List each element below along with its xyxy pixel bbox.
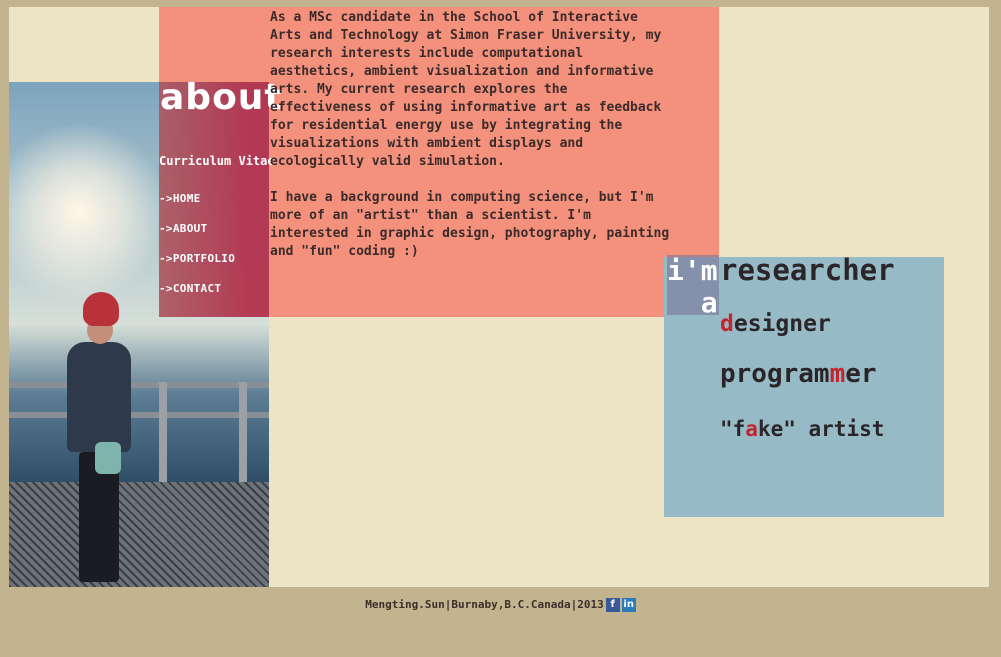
role-artist: "fake" artist (720, 417, 885, 441)
footer-text: Mengting.Sun|Burnaby,B.C.Canada|2013 (365, 598, 604, 611)
im-a-label: i'm a (667, 254, 719, 319)
nav-menu: ->HOME ->ABOUT ->PORTFOLIO ->CONTACT (159, 187, 235, 307)
footer: Mengting.Sun|Burnaby,B.C.Canada|2013 f in (0, 598, 1001, 612)
intro-text: As a MSc candidate in the School of Inte… (270, 9, 670, 279)
nav-item-about[interactable]: ->ABOUT (159, 222, 207, 235)
nav-item-home[interactable]: ->HOME (159, 192, 201, 205)
nav-item-portfolio[interactable]: ->PORTFOLIO (159, 252, 235, 265)
linkedin-icon[interactable]: in (621, 598, 636, 612)
facebook-icon[interactable]: f (605, 598, 620, 612)
intro-paragraph-2: I have a background in computing science… (270, 190, 670, 259)
nav-item-contact[interactable]: ->CONTACT (159, 282, 221, 295)
role-programmer: programmer (720, 359, 877, 389)
role-researcher: researcher (720, 253, 895, 287)
page-panel: about Curriculum Vitae ->HOME ->ABOUT ->… (9, 7, 989, 587)
intro-paragraph-1: As a MSc candidate in the School of Inte… (270, 10, 662, 169)
role-designer: designer (720, 311, 831, 337)
cv-link[interactable]: Curriculum Vitae (159, 154, 275, 168)
page-title: about (160, 77, 283, 118)
